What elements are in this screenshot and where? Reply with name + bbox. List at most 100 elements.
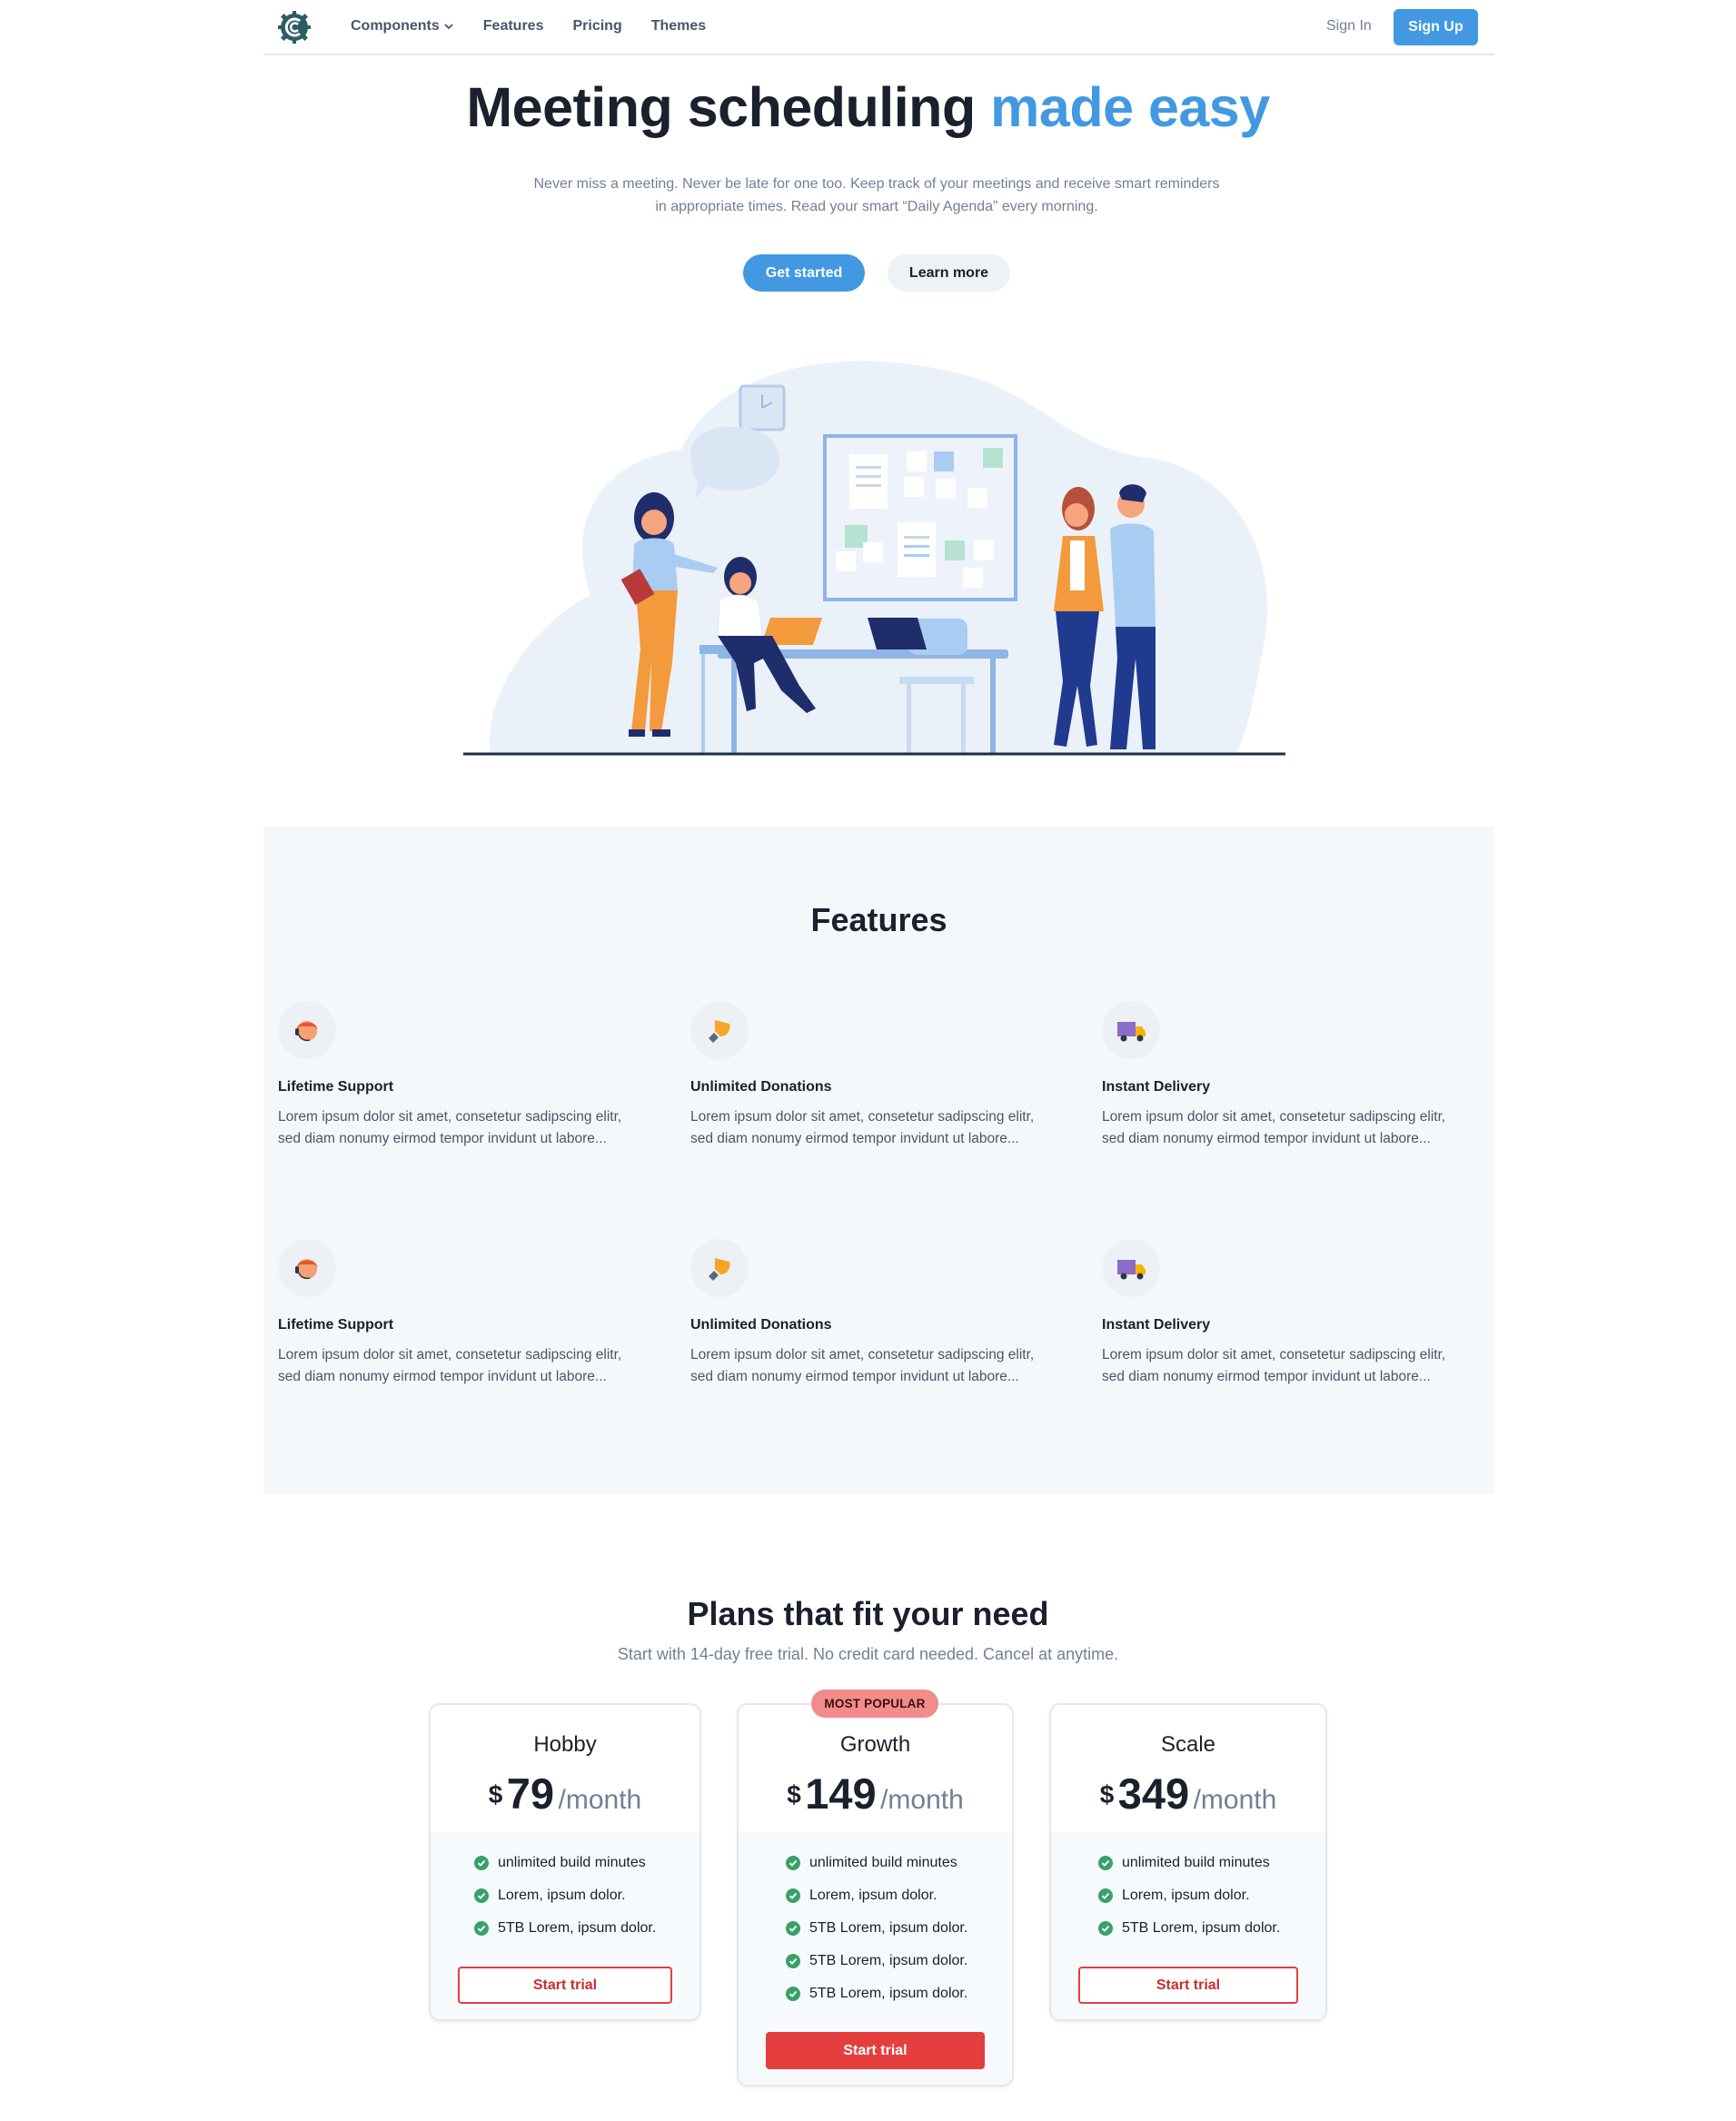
feature-title: Unlimited Donations [690,1317,832,1333]
feature-description: Lorem ipsum dolor sit amet, consetetur s… [278,1106,660,1150]
price-period: /month [1193,1785,1277,1815]
most-popular-badge: MOST POPULAR [811,1690,938,1718]
support-agent-icon [295,1259,317,1280]
donation-hand-icon [709,1258,730,1281]
nav-components-label: Components [351,18,440,34]
feature-card: Instant Delivery Lorem ipsum dolor sit a… [1102,1001,1483,1150]
feature-icon-wrap [690,1001,749,1059]
nav-components[interactable]: Components [351,18,454,35]
delivery-truck-icon [1117,1260,1146,1280]
pricing-subtitle: Start with 14-day free trial. No credit … [617,1645,1119,1663]
check-circle-icon [1098,1921,1113,1936]
sign-up-button[interactable]: Sign Up [1394,9,1478,45]
wall-clock-shape [739,384,786,431]
feature-card: Unlimited Donations Lorem ipsum dolor si… [690,1001,1072,1150]
plan-feature-label: Lorem, ipsum dolor. [1122,1888,1250,1903]
feature-description-line2: sed diam nonumy eirmod tempor invidunt u… [1102,1369,1431,1384]
check-circle-icon [786,1987,800,2001]
feature-card: Instant Delivery Lorem ipsum dolor sit a… [1102,1239,1483,1388]
feature-description-line1: Lorem ipsum dolor sit amet, consetetur s… [1102,1109,1446,1125]
plan-feature: 5TB Lorem, ipsum dolor. [474,1912,656,1945]
sign-in-link[interactable]: Sign In [1326,18,1372,35]
price-currency: $ [1099,1780,1115,1809]
plan-feature: unlimited build minutes [474,1847,656,1879]
pricing-title: Plans that fit your need [687,1595,1049,1632]
feature-card: Lifetime Support Lorem ipsum dolor sit a… [278,1239,660,1388]
nav-pricing[interactable]: Pricing [572,18,621,35]
hero-title-main: Meeting scheduling [466,76,976,138]
check-circle-icon [1098,1856,1113,1870]
feature-description: Lorem ipsum dolor sit amet, consetetur s… [1102,1106,1483,1150]
price-amount: 79 [506,1769,555,1818]
learn-more-button[interactable]: Learn more [888,254,1010,292]
plan-feature: Lorem, ipsum dolor. [474,1879,656,1912]
feature-description: Lorem ipsum dolor sit amet, consetetur s… [690,1106,1072,1150]
nav-themes[interactable]: Themes [651,18,706,35]
features-title: Features [810,901,947,938]
price-currency: $ [488,1780,503,1809]
feature-description-line1: Lorem ipsum dolor sit amet, consetetur s… [278,1109,622,1125]
pricing-card-body: unlimited build minutes Lorem, ipsum dol… [431,1832,699,2019]
start-trial-button-growth[interactable]: Start trial [766,2032,985,2069]
team-meeting-illustration [463,361,1285,756]
top-navbar: Components Features Pricing Themes Sign … [263,0,1494,55]
features-section: Features Lifetime Support Lorem ipsum do… [263,827,1494,1494]
plan-name: Hobby [533,1732,597,1757]
hero-subtitle-line2: in appropriate times. Read your smart “D… [655,199,1098,214]
plan-feature-label: 5TB Lorem, ipsum dolor. [809,1953,968,1968]
plan-feature-label: Lorem, ipsum dolor. [498,1888,626,1903]
check-circle-icon [474,1856,489,1870]
check-circle-icon [786,1954,800,1968]
feature-title: Lifetime Support [278,1079,394,1095]
delivery-truck-icon [1117,1022,1146,1042]
feature-description-line1: Lorem ipsum dolor sit amet, consetetur s… [690,1109,1035,1125]
pricing-card-body: unlimited build minutes Lorem, ipsum dol… [739,1832,1012,2085]
feature-description-line2: sed diam nonumy eirmod tempor invidunt u… [690,1131,1019,1146]
pricing-card-header: Scale $ 349 /month [1051,1705,1325,1832]
feature-card: Lifetime Support Lorem ipsum dolor sit a… [278,1001,660,1150]
task-board-shape [823,434,1017,601]
check-circle-icon [786,1921,800,1936]
plan-feature-label: unlimited build minutes [809,1855,957,1870]
support-agent-icon [295,1021,317,1042]
plan-feature: 5TB Lorem, ipsum dolor. [786,1912,967,1945]
plan-feature: Lorem, ipsum dolor. [1098,1879,1280,1912]
check-circle-icon [474,1921,489,1936]
laptop-navy-shape [868,618,927,649]
feature-description: Lorem ipsum dolor sit amet, consetetur s… [278,1344,660,1388]
check-circle-icon [786,1856,800,1870]
nav-features[interactable]: Features [483,18,544,35]
plan-feature-label: 5TB Lorem, ipsum dolor. [809,1920,968,1936]
plan-feature-label: 5TB Lorem, ipsum dolor. [498,1920,657,1936]
plan-price: $ 79 /month [431,1769,699,1819]
plan-feature-label: 5TB Lorem, ipsum dolor. [1122,1920,1281,1936]
feature-description-line2: sed diam nonumy eirmod tempor invidunt u… [278,1369,607,1384]
feature-title: Unlimited Donations [690,1079,832,1095]
get-started-button[interactable]: Get started [743,254,865,292]
plan-name: Scale [1160,1732,1216,1757]
hero-title: Meeting scheduling made easy [0,75,1736,139]
plan-feature: 5TB Lorem, ipsum dolor. [786,1945,967,1977]
feature-title: Instant Delivery [1102,1079,1211,1095]
check-circle-icon [786,1888,800,1903]
feature-description-line1: Lorem ipsum dolor sit amet, consetetur s… [1102,1347,1446,1363]
plan-feature: 5TB Lorem, ipsum dolor. [786,1977,967,2010]
price-amount: 349 [1117,1769,1190,1818]
hero-subtitle: Never miss a meeting. Never be late for … [527,173,1226,218]
plan-feature-label: Lorem, ipsum dolor. [809,1888,937,1903]
feature-description-line2: sed diam nonumy eirmod tempor invidunt u… [278,1131,607,1146]
feature-description-line1: Lorem ipsum dolor sit amet, consetetur s… [690,1347,1035,1363]
plan-feature: Lorem, ipsum dolor. [786,1879,967,1912]
price-period: /month [558,1785,642,1815]
feature-title: Lifetime Support [278,1317,394,1333]
plan-feature: unlimited build minutes [1098,1847,1280,1879]
check-circle-icon [1098,1888,1113,1903]
pricing-card-header: Hobby $ 79 /month [431,1705,699,1832]
feature-card: Unlimited Donations Lorem ipsum dolor si… [690,1239,1072,1388]
start-trial-button-scale[interactable]: Start trial [1078,1967,1298,2004]
start-trial-button-hobby[interactable]: Start trial [458,1967,672,2004]
feature-icon-wrap [1102,1239,1160,1297]
gear-logo-icon[interactable] [278,11,311,44]
pricing-card-header: Growth $ 149 /month [739,1705,1012,1832]
plan-feature: 5TB Lorem, ipsum dolor. [1098,1912,1280,1945]
